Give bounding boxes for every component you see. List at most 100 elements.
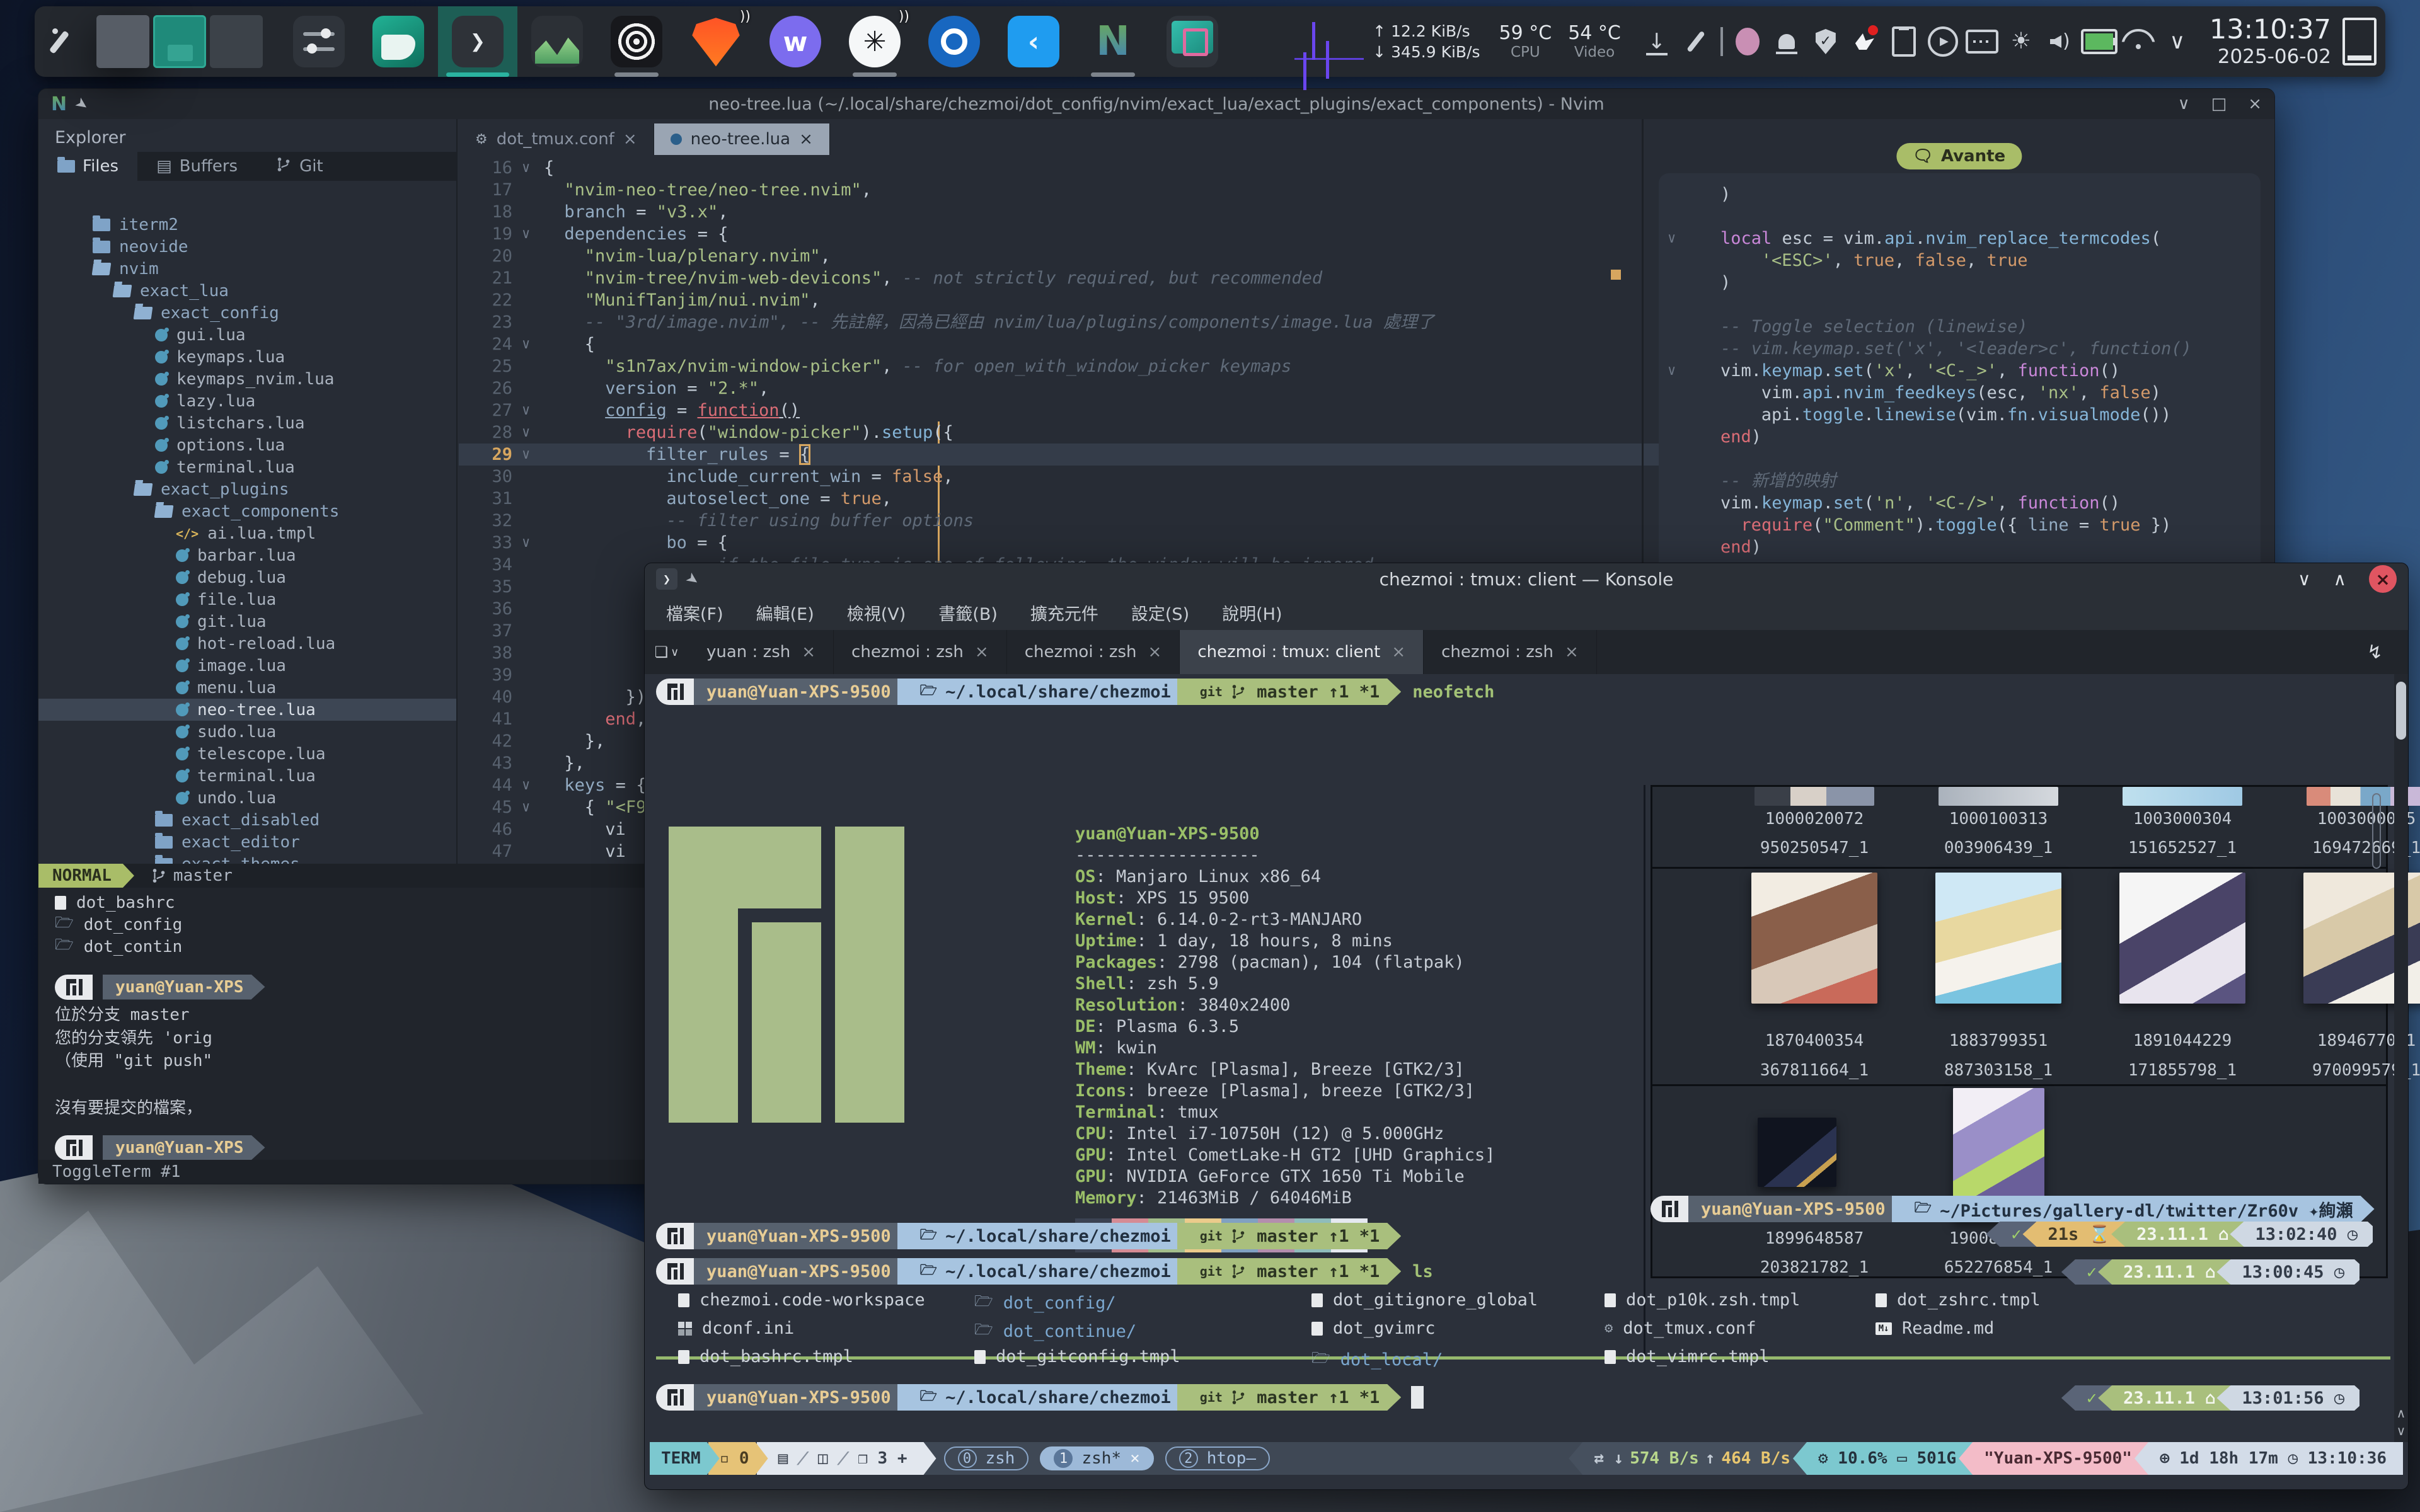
- battery-icon[interactable]: [2080, 19, 2119, 64]
- fold-icon[interactable]: ∨: [1668, 360, 1676, 382]
- fold-icon[interactable]: ∨: [522, 796, 530, 818]
- taskbar-app-password-manager[interactable]: [914, 6, 994, 77]
- tree-item-options.lua[interactable]: options.lua: [38, 434, 456, 456]
- menu-item-2[interactable]: 檢視(V): [847, 600, 906, 625]
- tree-item-exact_components[interactable]: exact_components: [38, 500, 456, 522]
- scrollbar-thumb[interactable]: [2396, 682, 2406, 740]
- pane-layout-icon[interactable]: ▤: [768, 1449, 798, 1468]
- tree-item-git.lua[interactable]: git.lua: [38, 610, 456, 633]
- tree-item-sudo.lua[interactable]: sudo.lua: [38, 721, 456, 743]
- ls-file-dot_gitignore_global[interactable]: dot_gitignore_global: [1311, 1290, 1538, 1310]
- konsole-titlebar[interactable]: ❯ ➤ chezmoi : tmux: client — Konsole ∨∧×: [645, 563, 2408, 595]
- tree-item-neovide[interactable]: neovide: [38, 236, 456, 258]
- network-graph[interactable]: [1294, 17, 1364, 66]
- explorer-tab-files[interactable]: Files: [38, 152, 137, 181]
- keyboard-icon[interactable]: [1962, 19, 2002, 64]
- tmux-window-2[interactable]: 2htop–: [1165, 1446, 1270, 1470]
- close-icon[interactable]: ×: [2369, 565, 2397, 593]
- fold-icon[interactable]: ∨: [522, 157, 530, 179]
- explorer-tab-git[interactable]: Git: [256, 152, 342, 181]
- taskbar-app-messenger[interactable]: w: [756, 6, 835, 77]
- taskbar-app-system-monitor[interactable]: [517, 6, 597, 77]
- ls-file-dot_config/[interactable]: 🗁dot_config/: [974, 1290, 1116, 1316]
- nvim-titlebar[interactable]: N ➤ neo-tree.lua (~/.local/share/chezmoi…: [38, 89, 2274, 119]
- security-shield-icon[interactable]: [1806, 19, 1845, 64]
- taskbar-app-brave-browser[interactable]: )): [676, 6, 756, 77]
- taskbar-app-system-settings[interactable]: [279, 6, 359, 77]
- tree-item-exact_disabled[interactable]: exact_disabled: [38, 809, 456, 831]
- menu-item-4[interactable]: 擴充元件: [1030, 600, 1098, 625]
- wifi-icon[interactable]: [2119, 19, 2158, 64]
- download-icon[interactable]: ↓: [1637, 19, 1676, 64]
- explorer-tab-buffers[interactable]: ▤Buffers: [137, 152, 256, 181]
- tmux-window-0[interactable]: 0zsh: [944, 1446, 1029, 1470]
- ls-file-dot_bashrc.tmpl[interactable]: dot_bashrc.tmpl: [678, 1347, 853, 1366]
- tree-item-gui.lua[interactable]: gui.lua: [38, 324, 456, 346]
- tree-item-exact_lua[interactable]: exact_lua: [38, 280, 456, 302]
- tree-item-exact_plugins[interactable]: exact_plugins: [38, 478, 456, 500]
- close-icon[interactable]: ×: [1130, 1449, 1140, 1468]
- ls-file-dot_gitconfig.tmpl[interactable]: dot_gitconfig.tmpl: [974, 1347, 1180, 1366]
- fold-icon[interactable]: ∨: [522, 399, 530, 421]
- konsole-tab-4[interactable]: chezmoi : zsh×: [1424, 630, 1597, 674]
- image-thumbnail[interactable]: [1935, 873, 2061, 1004]
- tree-item-keymaps.lua[interactable]: keymaps.lua: [38, 346, 456, 368]
- konsole-scrollbar[interactable]: ∧ ∨: [2394, 674, 2408, 1442]
- tree-item-terminal.lua[interactable]: terminal.lua: [38, 765, 456, 787]
- tree-item-image.lua[interactable]: image.lua: [38, 655, 456, 677]
- menu-item-0[interactable]: 檔案(F): [666, 600, 723, 625]
- tree-item-ai.lua.tmpl[interactable]: </>ai.lua.tmpl: [38, 522, 456, 544]
- scroll-up-icon[interactable]: ∧: [2394, 1406, 2408, 1421]
- taskbar-app-obsidian[interactable]: [597, 6, 676, 77]
- pane-layout-icon[interactable]: ◫: [808, 1449, 838, 1468]
- tree-item-lazy.lua[interactable]: lazy.lua: [38, 390, 456, 412]
- menu-item-1[interactable]: 編輯(E): [756, 600, 814, 625]
- ls-file-dot_gvimrc[interactable]: dot_gvimrc: [1311, 1319, 1436, 1338]
- close-icon[interactable]: ×: [623, 130, 637, 149]
- fold-icon[interactable]: ∨: [522, 421, 530, 444]
- ls-file-dot_p10k.zsh.tmpl[interactable]: dot_p10k.zsh.tmpl: [1605, 1290, 1800, 1310]
- taskbar-app-vscode[interactable]: ‹: [994, 6, 1073, 77]
- pane-layout-icon[interactable]: ❐ 3 +: [848, 1449, 917, 1468]
- gallery-scrollbar[interactable]: [2372, 793, 2381, 869]
- taskbar-app-konsole[interactable]: ❯: [438, 6, 517, 77]
- recorder-dot-icon[interactable]: [1728, 19, 1767, 64]
- tmux-window-1[interactable]: 1zsh*×: [1040, 1446, 1153, 1470]
- bird-alert-icon[interactable]: [1845, 19, 1884, 64]
- ls-file-dot_zshrc.tmpl[interactable]: dot_zshrc.tmpl: [1876, 1290, 2041, 1310]
- scroll-down-icon[interactable]: ∨: [2394, 1423, 2408, 1438]
- maximize-icon[interactable]: ∧: [2334, 569, 2347, 590]
- chevron-down-icon[interactable]: ∨: [2158, 19, 2197, 64]
- clock-widget[interactable]: 13:10:37 2025-06-02: [2210, 14, 2331, 68]
- tree-item-telescope.lua[interactable]: telescope.lua: [38, 743, 456, 765]
- show-desktop-button[interactable]: [2342, 18, 2377, 66]
- close-icon[interactable]: ×: [1565, 643, 1579, 662]
- konsole-tab-3[interactable]: chezmoi : tmux: client×: [1180, 630, 1424, 674]
- buffer-tab-dot_tmux.conf[interactable]: ⚙dot_tmux.conf×: [459, 123, 654, 155]
- taskbar-app-screenshot-tool[interactable]: [1153, 6, 1232, 77]
- taskbar-app-file-manager[interactable]: [359, 6, 438, 77]
- image-thumbnail[interactable]: [1758, 1118, 1836, 1187]
- tree-item-menu.lua[interactable]: menu.lua: [38, 677, 456, 699]
- minimize-icon[interactable]: ∨: [2178, 94, 2190, 113]
- menu-item-5[interactable]: 設定(S): [1131, 600, 1189, 625]
- close-icon[interactable]: ×: [802, 643, 815, 662]
- tree-item-iterm2[interactable]: iterm2: [38, 214, 456, 236]
- terminal-area[interactable]: yuan@Yuan-XPS-9500🗁 ~/.local/share/chezm…: [645, 674, 2394, 1442]
- image-thumbnail[interactable]: [1754, 787, 1874, 806]
- virtual-desktop-4[interactable]: [210, 15, 263, 68]
- fold-icon[interactable]: ∨: [522, 532, 530, 554]
- image-thumbnail[interactable]: [1939, 787, 2058, 806]
- tree-item-barbar.lua[interactable]: barbar.lua: [38, 544, 456, 566]
- notifications-bell-icon[interactable]: [1767, 19, 1806, 64]
- ls-file-dot_tmux.conf[interactable]: ⚙dot_tmux.conf: [1605, 1319, 1756, 1338]
- virtual-desktop-2[interactable]: [96, 15, 149, 68]
- fold-icon[interactable]: ∨: [1668, 227, 1676, 249]
- konsole-tab-0[interactable]: yuan : zsh×: [689, 630, 834, 674]
- tree-item-file.lua[interactable]: file.lua: [38, 588, 456, 610]
- tree-item-exact_config[interactable]: exact_config: [38, 302, 456, 324]
- buffer-tab-neo-tree.lua[interactable]: neo-tree.lua×: [654, 123, 830, 155]
- nvim-window-buttons[interactable]: ∨□×: [2178, 94, 2262, 113]
- ls-file-dconf.ini[interactable]: dconf.ini: [678, 1319, 794, 1338]
- tree-item-keymaps_nvim.lua[interactable]: keymaps_nvim.lua: [38, 368, 456, 390]
